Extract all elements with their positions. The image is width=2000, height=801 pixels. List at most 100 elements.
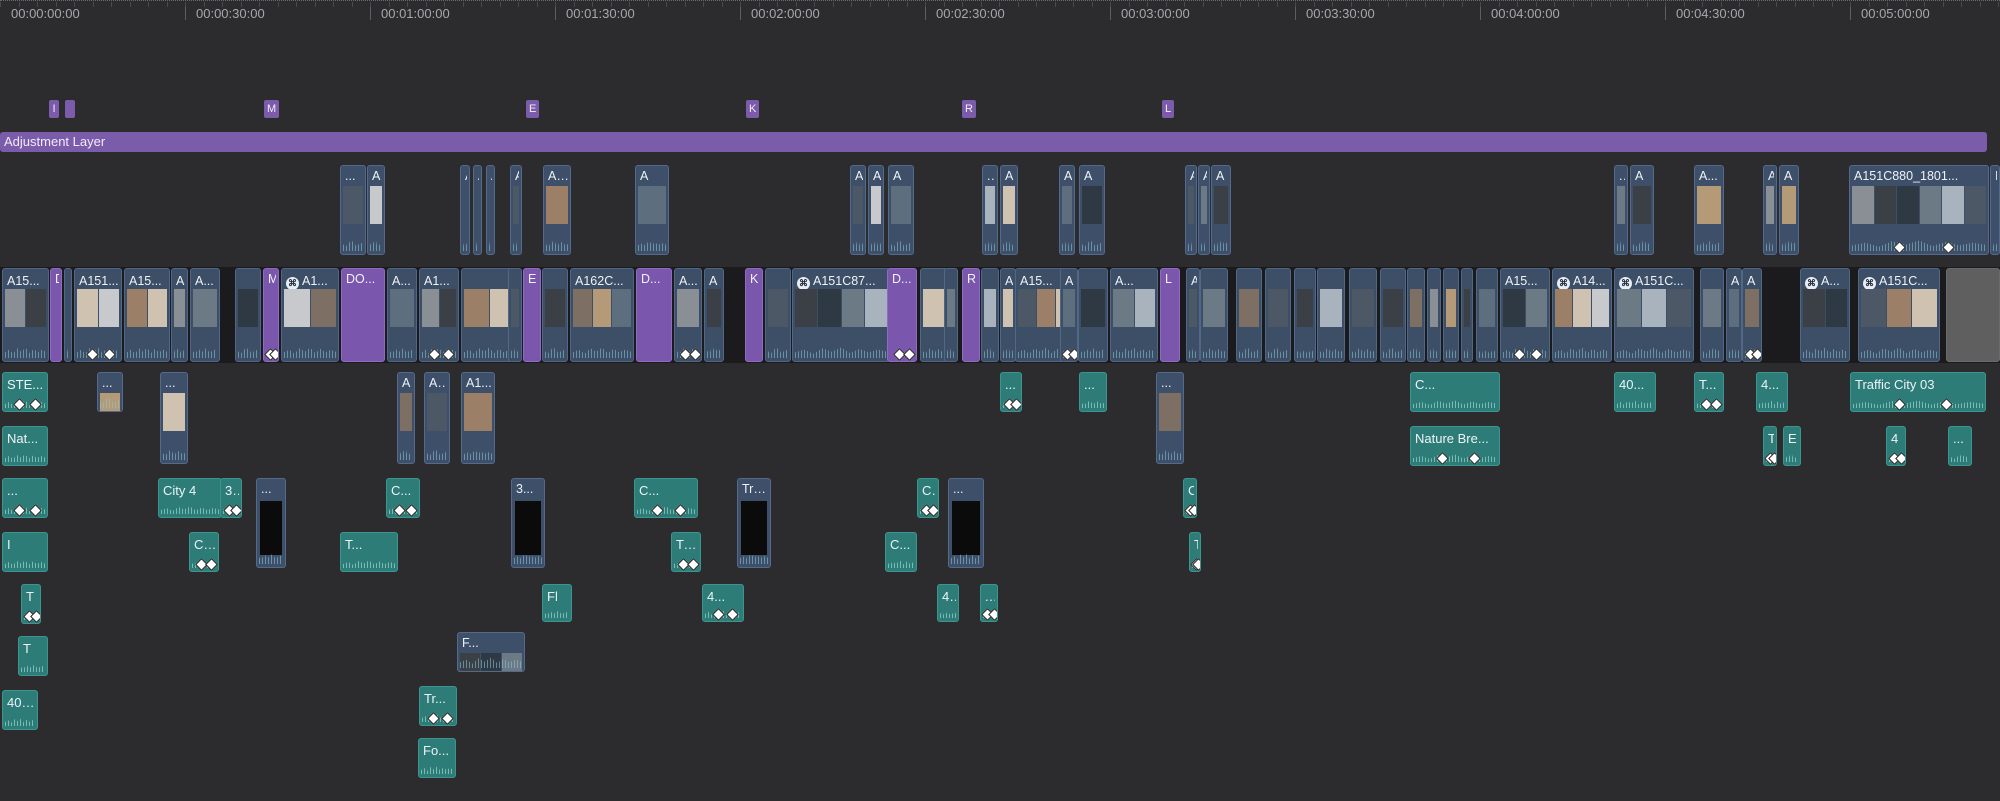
title-clip[interactable]: M	[263, 268, 279, 362]
video-clip[interactable]: A1...	[543, 165, 571, 255]
video-clip[interactable]	[1476, 268, 1498, 362]
video-clip[interactable]: A	[1742, 268, 1762, 362]
video-clip[interactable]: ⌘ A151C...	[1614, 268, 1694, 362]
video-clip[interactable]	[1461, 268, 1473, 362]
video-clip[interactable]: ...	[948, 478, 984, 568]
audio-clip[interactable]: C...	[917, 478, 939, 518]
video-clip[interactable]: A15...	[124, 268, 170, 362]
video-clip[interactable]: A	[1779, 165, 1799, 255]
video-clip[interactable]: A...	[868, 165, 884, 255]
timeline-marker[interactable]	[65, 100, 75, 118]
title-clip[interactable]: L	[1160, 268, 1180, 362]
audio-clip[interactable]: 4	[1886, 426, 1906, 466]
video-clip[interactable]: ⌘ A1...	[281, 268, 339, 362]
video-clip[interactable]: A1...	[419, 268, 459, 362]
timeline-marker[interactable]: M	[264, 100, 280, 118]
video-clip[interactable]: ⌘ A151C87...	[792, 268, 890, 362]
video-clip[interactable]	[944, 268, 958, 362]
video-clip[interactable]: A	[1198, 165, 1210, 255]
video-clip[interactable]: A	[1000, 268, 1016, 362]
audio-clip[interactable]: 32022...	[220, 478, 242, 518]
audio-clip[interactable]: ...	[2, 478, 48, 518]
video-clip[interactable]: ...	[256, 478, 286, 568]
video-clip[interactable]: ...	[160, 372, 188, 464]
audio-clip[interactable]: Traffic City 03	[1850, 372, 1986, 412]
timeline-marker[interactable]: R	[962, 100, 976, 118]
video-clip[interactable]: A	[171, 268, 188, 362]
title-clip[interactable]: K	[745, 268, 763, 362]
audio-clip[interactable]: ...	[1000, 372, 1022, 412]
video-clip[interactable]: ⌘ A...	[1800, 268, 1850, 362]
video-clip[interactable]: A	[1079, 165, 1105, 255]
video-clip[interactable]	[1294, 268, 1316, 362]
audio-clip[interactable]: Nat...	[2, 426, 48, 466]
title-clip[interactable]: E	[523, 268, 541, 362]
audio-clip[interactable]: Fo...	[418, 738, 456, 778]
video-clip[interactable]: A	[367, 165, 385, 255]
video-clip[interactable]	[1443, 268, 1459, 362]
video-clip[interactable]: A	[704, 268, 724, 362]
audio-clip[interactable]: T...	[1189, 532, 1201, 572]
audio-clip[interactable]: I	[2, 532, 48, 572]
video-clip[interactable]: A	[635, 165, 669, 255]
video-clip[interactable]	[1407, 268, 1425, 362]
video-clip[interactable]: A	[1000, 165, 1018, 255]
video-clip[interactable]	[1349, 268, 1377, 362]
timeline-ruler[interactable]: 00:00:00:00 00:00:30:00 00:01:00:00 00:01:3…	[0, 0, 2000, 26]
video-clip[interactable]: A15...	[2, 268, 49, 362]
audio-clip[interactable]: City 5	[189, 532, 219, 572]
video-clip[interactable]: ...	[97, 372, 123, 412]
video-clip[interactable]: A	[1630, 165, 1654, 255]
video-clip[interactable]: A...	[387, 268, 417, 362]
video-clip[interactable]: A...	[190, 268, 220, 362]
audio-clip[interactable]: Tr...	[419, 686, 457, 726]
video-clip[interactable]: ...	[982, 165, 998, 255]
timeline-marker[interactable]: L	[1162, 100, 1175, 118]
video-clip[interactable]: ...	[1614, 165, 1628, 255]
video-clip[interactable]: A151C880_1801...	[1849, 165, 1989, 255]
video-clip[interactable]: A151...	[74, 268, 122, 362]
video-clip[interactable]	[64, 268, 72, 362]
title-clip[interactable]: D...	[887, 268, 917, 362]
video-clip[interactable]	[1236, 268, 1262, 362]
video-clip[interactable]: A...	[424, 372, 450, 464]
video-clip[interactable]: I	[1990, 165, 2000, 255]
timeline[interactable]: 00:00:00:00 00:00:30:00 00:01:00:00 00:01:3…	[0, 0, 2000, 801]
audio-clip[interactable]: T	[18, 636, 48, 676]
video-clip[interactable]	[542, 268, 568, 362]
audio-clip[interactable]: T...	[1694, 372, 1724, 412]
audio-clip[interactable]: E	[1783, 426, 1801, 466]
video-clip[interactable]	[1427, 268, 1441, 362]
video-clip[interactable]: A	[850, 165, 866, 255]
audio-clip[interactable]: T...	[340, 532, 398, 572]
audio-clip[interactable]: ...	[1948, 426, 1972, 466]
video-clip[interactable]: ⌘ A151C...	[1858, 268, 1940, 362]
audio-clip[interactable]: Traffic City...	[1763, 426, 1777, 466]
audio-clip[interactable]: C...	[1183, 478, 1197, 518]
audio-clip[interactable]: C...	[1410, 372, 1500, 412]
video-clip[interactable]: A	[888, 165, 914, 255]
timeline-marker[interactable]: E	[526, 100, 540, 118]
audio-clip[interactable]: T	[21, 584, 41, 624]
video-clip[interactable]: A...	[510, 165, 522, 255]
video-clip[interactable]: Traffic...	[737, 478, 771, 568]
audio-clip[interactable]: City 4	[158, 478, 222, 518]
video-clip[interactable]	[235, 268, 261, 362]
video-clip[interactable]: A	[486, 165, 495, 255]
video-clip[interactable]: A...	[1059, 165, 1075, 255]
audio-clip[interactable]: C...	[634, 478, 698, 518]
video-clip[interactable]	[1317, 268, 1345, 362]
video-clip[interactable]: A	[473, 165, 482, 255]
video-clip[interactable]: A...	[1110, 268, 1158, 362]
video-clip[interactable]: A15...	[1500, 268, 1550, 362]
video-clip[interactable]: ...	[1156, 372, 1184, 464]
video-clip[interactable]	[1380, 268, 1406, 362]
gap-clip[interactable]	[1946, 268, 2000, 362]
audio-clip[interactable]: ...	[1079, 372, 1107, 412]
video-clip[interactable]: A	[1763, 165, 1777, 255]
video-clip[interactable]: A	[397, 372, 415, 464]
audio-clip[interactable]: Nature Bre...	[1410, 426, 1500, 466]
video-clip[interactable]: 3...	[511, 478, 545, 568]
video-clip[interactable]: F...	[457, 632, 525, 672]
audio-clip[interactable]: C...	[386, 478, 420, 518]
